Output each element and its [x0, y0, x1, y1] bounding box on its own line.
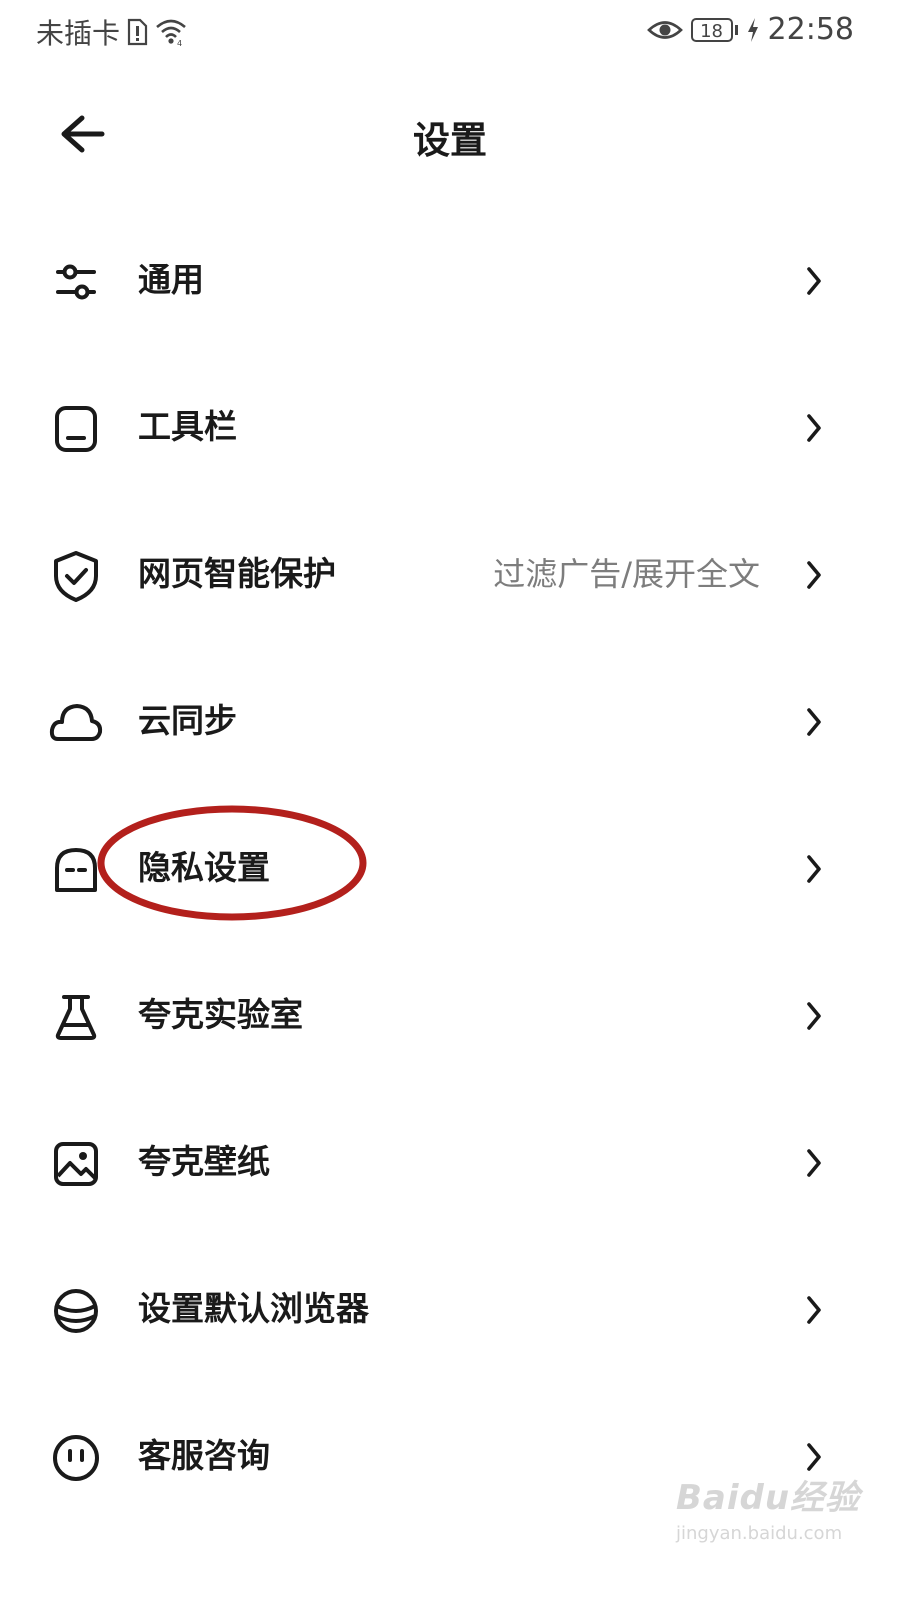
- chevron-right-icon: [807, 414, 821, 442]
- support-face-icon: [53, 1435, 99, 1481]
- settings-item-toolbar[interactable]: 工具栏: [0, 355, 900, 502]
- chevron-right-icon: [807, 1149, 821, 1177]
- eye-icon: [646, 20, 683, 39]
- cloud-icon: [49, 704, 103, 741]
- battery-level: 18: [690, 17, 733, 42]
- chevron-right-icon: [807, 267, 821, 295]
- chevron-right-icon: [807, 708, 821, 736]
- settings-item-subtitle: 过滤广告/展开全文: [493, 555, 760, 593]
- battery-tip: [734, 24, 738, 35]
- svg-text:4: 4: [177, 39, 182, 47]
- watermark: Baidu经验 jingyan.baidu.com: [676, 1470, 866, 1554]
- settings-item-label: 夸克壁纸: [138, 1142, 270, 1181]
- settings-item-privacy[interactable]: 隐私设置: [0, 796, 900, 943]
- settings-item-quark-lab[interactable]: 夸克实验室: [0, 943, 900, 1090]
- chevron-right-icon: [807, 561, 821, 589]
- battery-indicator: 18: [690, 17, 738, 42]
- settings-item-label: 夸克实验室: [138, 995, 303, 1034]
- settings-item-cloud-sync[interactable]: 云同步: [0, 649, 900, 796]
- chevron-right-icon: [807, 1443, 821, 1471]
- planet-icon: [54, 1289, 98, 1333]
- chevron-right-icon: [807, 1002, 821, 1030]
- settings-item-label: 客服咨询: [138, 1436, 270, 1475]
- settings-item-label: 隐私设置: [138, 848, 270, 887]
- settings-item-wallpaper[interactable]: 夸克壁纸: [0, 1090, 900, 1237]
- settings-item-label: 通用: [138, 260, 204, 299]
- flask-icon: [55, 995, 97, 1040]
- settings-item-web-protection[interactable]: 网页智能保护 过滤广告/展开全文: [0, 502, 900, 649]
- clock-time: 22:58: [767, 12, 854, 47]
- image-icon: [54, 1142, 98, 1186]
- sim-alert-icon: [127, 18, 148, 46]
- sliders-icon: [56, 264, 96, 300]
- toolbar-icon: [55, 406, 97, 452]
- charging-bolt-icon: [747, 17, 758, 42]
- watermark-url: jingyan.baidu.com: [676, 1523, 843, 1544]
- settings-item-general[interactable]: 通用: [0, 208, 900, 355]
- chevron-right-icon: [807, 1296, 821, 1324]
- status-bar: 未插卡 4 18 22:58: [0, 0, 900, 64]
- watermark-logo: Baidu经验: [676, 1478, 861, 1518]
- page-title: 设置: [413, 119, 487, 162]
- settings-item-label: 设置默认浏览器: [138, 1289, 369, 1328]
- shield-check-icon: [54, 551, 98, 602]
- privacy-mask-icon: [55, 848, 97, 892]
- settings-item-label: 工具栏: [138, 407, 237, 446]
- settings-item-label: 云同步: [138, 701, 237, 740]
- chevron-right-icon: [807, 855, 821, 883]
- settings-item-default-browser[interactable]: 设置默认浏览器: [0, 1237, 900, 1384]
- app-header: 设置: [0, 92, 900, 176]
- settings-item-label: 网页智能保护: [138, 554, 336, 593]
- wifi-icon: 4: [156, 19, 186, 47]
- carrier-text: 未插卡: [36, 17, 121, 50]
